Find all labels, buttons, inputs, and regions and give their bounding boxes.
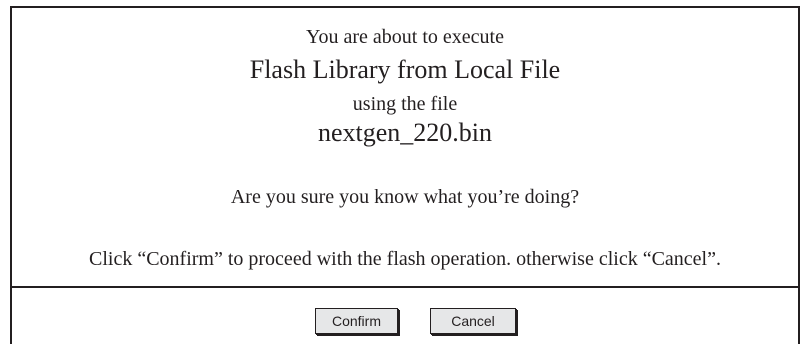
confirm-button[interactable]: Confirm [315,308,398,334]
flash-confirm-dialog: You are about to execute Flash Library f… [10,6,800,344]
dialog-message-area: You are about to execute Flash Library f… [12,8,798,288]
cancel-button[interactable]: Cancel [430,308,516,334]
dialog-button-bar: Confirm Cancel [12,288,798,346]
using-file-text: using the file [352,93,458,115]
confirmation-question: Are you sure you know what you’re doing? [230,186,580,208]
file-name: nextgen_220.bin [317,118,493,147]
intro-text: You are about to execute [306,26,504,48]
operation-name: Flash Library from Local File [249,55,561,84]
instruction-text: Click “Confirm” to proceed with the flas… [88,248,721,270]
